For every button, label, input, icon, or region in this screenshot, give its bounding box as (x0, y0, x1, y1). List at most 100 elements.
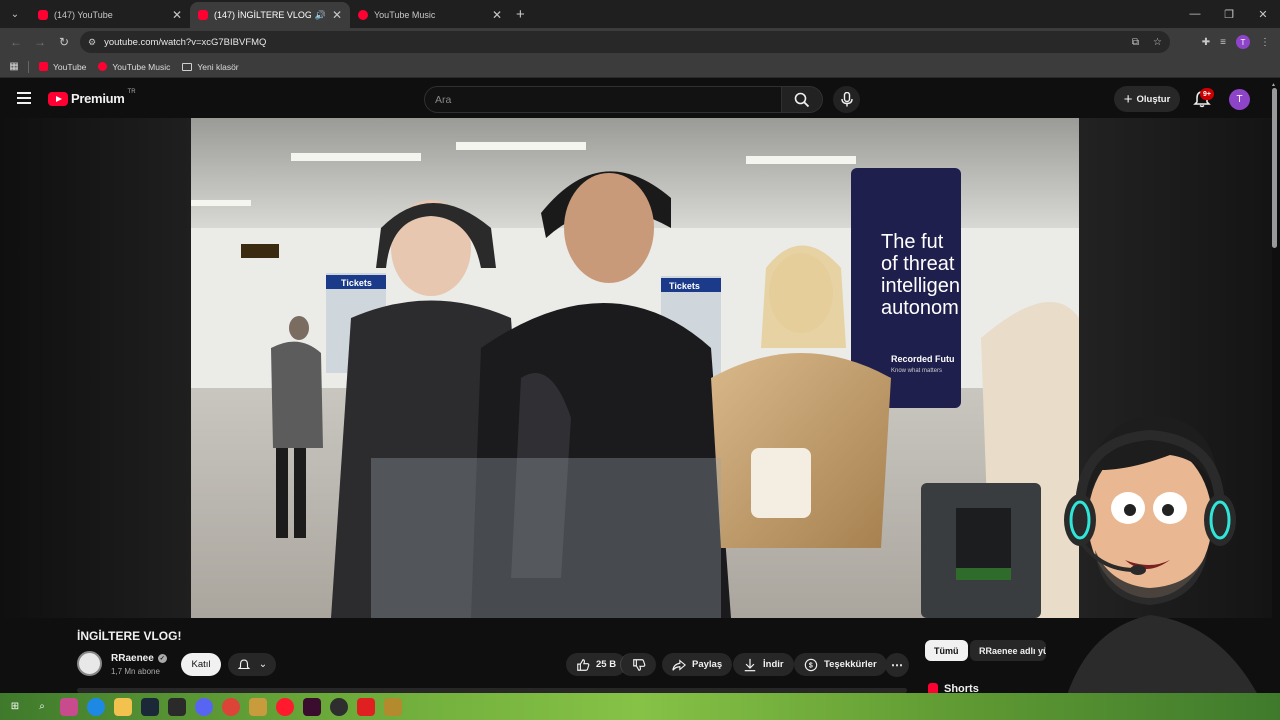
poster-line: The fut (881, 231, 944, 253)
bookmark-folder[interactable]: Yeni klasör (182, 61, 239, 72)
chrome-icon[interactable] (222, 697, 240, 716)
url-bar[interactable]: ⚙ youtube.com/watch?v=xcG7BIBVFMQ ⧉ ☆ (80, 31, 1170, 53)
steam-icon[interactable] (141, 697, 159, 716)
profile-avatar[interactable]: T (1236, 35, 1250, 49)
restore-icon[interactable]: ❐ (1212, 0, 1246, 28)
tab-youtube-music[interactable]: YouTube Music ✕ (350, 2, 510, 28)
menu-icon[interactable]: ⋮ (1260, 37, 1270, 48)
tab-ingiltere-vlog[interactable]: (147) İNGİLTERE VLOG! - YouTube 🔊 ✕ (190, 2, 350, 28)
page-scrollbar[interactable] (1272, 88, 1277, 248)
search-button[interactable] (781, 86, 823, 113)
site-info-icon[interactable]: ⚙ (88, 37, 96, 48)
dislike-button[interactable] (620, 653, 656, 676)
video-player[interactable]: Tickets Tickets The fut of threat intell… (191, 118, 1079, 618)
tab-search-button[interactable]: ⌄ (4, 3, 26, 25)
league-icon[interactable] (249, 697, 267, 716)
address-toolbar: ← → ↻ ⚙ youtube.com/watch?v=xcG7BIBVFMQ … (0, 28, 1280, 56)
pedestrian (271, 341, 323, 448)
bookmark-star-icon[interactable]: ☆ (1153, 37, 1162, 48)
close-window-icon[interactable]: ✕ (1246, 0, 1280, 28)
apps-grid-icon[interactable]: ▦ (0, 61, 28, 72)
region-code: TR (127, 88, 136, 95)
create-label: Oluştur (1136, 93, 1171, 105)
download-label: İndir (763, 659, 784, 670)
cast-icon[interactable]: ⧉ (1132, 37, 1139, 48)
bookmark-youtube[interactable]: YouTube (39, 62, 86, 72)
poster-brand: Recorded Futu (891, 354, 955, 364)
windows-taskbar: ⊞ ⌕ (0, 693, 1280, 720)
bell-icon (237, 659, 251, 669)
discord-icon[interactable] (195, 697, 213, 716)
close-icon[interactable]: ✕ (172, 8, 182, 22)
bookmark-label: YouTube (53, 61, 87, 72)
create-button[interactable]: + Oluştur (1114, 86, 1180, 112)
tab-title: YouTube Music (374, 10, 436, 20)
tab-title: (147) İNGİLTERE VLOG! - YouTube (214, 10, 311, 20)
minimize-icon[interactable]: — (1178, 0, 1212, 28)
file-explorer-icon[interactable] (114, 697, 132, 716)
youtube-premium-logo[interactable]: Premium TR (48, 88, 136, 106)
ceiling-light (191, 200, 251, 206)
thanks-button[interactable]: $ Teşekkürler (794, 653, 887, 676)
tab-title: (147) YouTube (54, 10, 113, 20)
hamburger-menu-icon[interactable] (17, 92, 31, 104)
opera-icon[interactable] (276, 697, 294, 716)
poster-line: autonom (881, 297, 959, 319)
media-controls-icon[interactable]: ≡ (1220, 37, 1226, 48)
share-icon (672, 658, 686, 671)
bookmark-label: Yeni klasör (197, 61, 239, 72)
forward-icon[interactable]: → (28, 35, 52, 49)
url-text: youtube.com/watch?v=xcG7BIBVFMQ (104, 36, 267, 48)
window-controls: — ❐ ✕ (1178, 0, 1280, 28)
search-icon[interactable]: ⌕ (33, 698, 51, 716)
chevron-down-icon: ⌄ (258, 659, 268, 670)
notification-badge: 9+ (1200, 88, 1214, 100)
super-thanks-icon: $ (804, 658, 818, 671)
channel-avatar[interactable] (77, 651, 102, 676)
epic-games-icon[interactable] (168, 697, 186, 716)
bookmark-youtube-music[interactable]: YouTube Music (98, 62, 170, 72)
channel-name-text: RRaenee (111, 653, 154, 664)
new-tab-button[interactable]: + (516, 6, 525, 23)
speaker-icon[interactable]: 🔊 (315, 10, 326, 21)
plus-icon: + (1123, 90, 1133, 108)
voice-search-button[interactable] (833, 86, 860, 113)
download-icon (744, 658, 756, 671)
thumbs-up-icon (577, 658, 590, 671)
ceiling-light (456, 142, 586, 150)
share-button[interactable]: Paylaş (662, 653, 733, 676)
youtube-icon (39, 62, 48, 71)
like-button[interactable]: 25 B (566, 653, 627, 676)
windows-start-icon[interactable]: ⊞ (6, 698, 24, 716)
join-button[interactable]: Katıl (181, 653, 221, 676)
ambient-left (0, 118, 191, 618)
close-icon[interactable]: ✕ (332, 8, 342, 22)
streamer-avatar-overlay (1060, 415, 1270, 720)
tab-youtube[interactable]: (147) YouTube ✕ (30, 2, 190, 28)
divider (28, 60, 29, 73)
subscription-bell-button[interactable]: ⌄ (228, 653, 276, 676)
account-avatar[interactable]: T (1229, 89, 1250, 110)
reload-icon[interactable]: ↻ (52, 35, 76, 49)
download-button[interactable]: İndir (733, 653, 794, 676)
extensions-icon[interactable]: ✚ (1202, 37, 1210, 48)
search-input[interactable]: Ara (424, 86, 782, 113)
obs-icon[interactable] (330, 697, 348, 716)
microphone-icon (840, 92, 853, 107)
subscriber-count: 1,7 Mn abone (111, 667, 160, 676)
youtube-masthead: Premium TR Ara + Oluştur 9+ T (0, 80, 1280, 118)
valorant-icon[interactable] (303, 697, 321, 716)
close-icon[interactable]: ✕ (492, 8, 502, 22)
folder-icon (182, 62, 193, 71)
youtube-music-icon (98, 62, 108, 71)
widgets-icon[interactable] (60, 697, 78, 716)
game-launcher-icon[interactable] (384, 697, 402, 716)
ceiling-light (746, 156, 856, 164)
channel-name[interactable]: RRaenee ✓ (111, 653, 167, 664)
back-icon[interactable]: ← (4, 35, 28, 49)
edge-icon[interactable] (87, 697, 105, 716)
more-actions-icon[interactable]: ⋯ (885, 653, 909, 677)
video-frame: Tickets Tickets The fut of threat intell… (191, 118, 1079, 618)
chip-all[interactable]: Tümü (925, 640, 968, 661)
riot-icon[interactable] (357, 697, 375, 716)
